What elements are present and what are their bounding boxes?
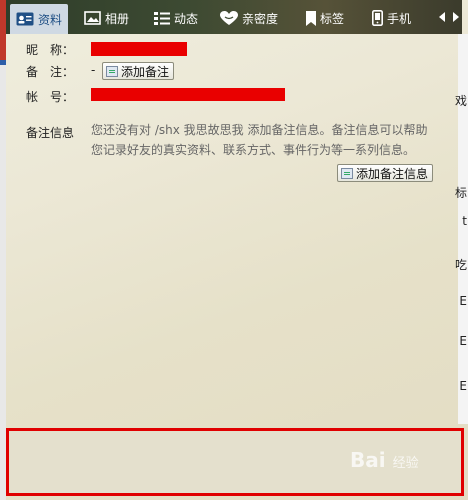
watermark-text: Bai — [350, 448, 386, 472]
scroll-left-icon[interactable] — [438, 12, 446, 22]
remark-value: - — [91, 63, 96, 77]
id-card-icon — [16, 12, 34, 26]
remark-info-line: 您记录好友的真实资料、联系方式、事件行为等一系列信息。 — [91, 143, 416, 157]
profile-panel: 昵 称： 备 注： - 添加备注 帐 号： 备注信息 您还没有对 /shx 我思… — [6, 34, 461, 426]
heart-icon — [220, 10, 238, 25]
account-redacted — [91, 88, 285, 101]
remark-info-line: 您还没有对 /shx 我思故思我 添加备注信息。备注信息可以帮助 — [91, 123, 428, 137]
tab-phone-label: 手机 — [387, 11, 412, 26]
remark-info-text: 您还没有对 /shx 我思故思我 添加备注信息。备注信息可以帮助 您记录好友的真… — [91, 120, 451, 160]
add-remark-info-label: 添加备注信息 — [356, 166, 429, 181]
tab-feed-label: 动态 — [174, 11, 199, 26]
tab-intimacy-label: 亲密度 — [242, 11, 279, 26]
tab-profile[interactable]: 资料 — [10, 4, 69, 34]
tab-intimacy[interactable]: 亲密度 — [220, 6, 278, 30]
bookmark-icon — [306, 10, 316, 26]
remark-label: 备 注： — [26, 65, 75, 79]
tab-feed[interactable]: 动态 — [154, 6, 198, 30]
tab-profile-label: 资料 — [38, 12, 63, 27]
phone-icon — [372, 10, 383, 26]
add-remark-label: 添加备注 — [121, 64, 170, 79]
scroll-right-icon[interactable] — [452, 12, 460, 22]
add-remark-info-button[interactable]: 添加备注信息 — [337, 164, 434, 182]
tab-tags[interactable]: 标签 — [306, 6, 344, 30]
photo-icon — [84, 11, 101, 25]
add-remark-button[interactable]: 添加备注 — [102, 62, 175, 80]
edit-icon — [106, 65, 118, 77]
tab-tags-label: 标签 — [320, 11, 345, 26]
tab-bar: 资料 相册 动态 亲密度 标签 手机 — [6, 0, 462, 34]
tab-album[interactable]: 相册 — [84, 6, 129, 30]
nickname-label: 昵 称： — [26, 43, 75, 57]
watermark-suffix: 经验 — [392, 456, 419, 471]
nickname-redacted — [91, 42, 187, 56]
list-icon — [154, 12, 170, 25]
account-label: 帐 号： — [26, 90, 75, 104]
tab-phone[interactable]: 手机 — [372, 6, 411, 30]
remark-info-label: 备注信息 — [26, 126, 75, 140]
edge-char: t — [462, 214, 467, 228]
watermark: Bai 经验 — [350, 448, 419, 472]
tab-album-label: 相册 — [105, 11, 130, 26]
edit-icon — [341, 167, 353, 179]
